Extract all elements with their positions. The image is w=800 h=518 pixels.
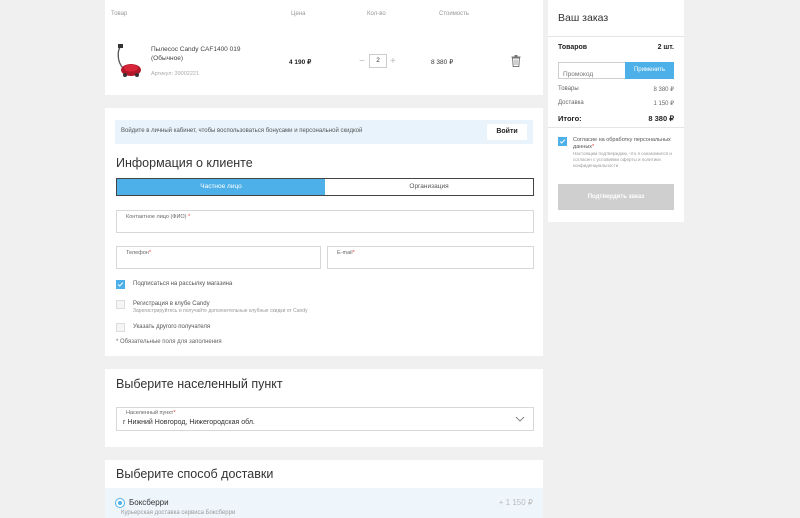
city-title: Выберите населенный пункт (116, 377, 283, 391)
club-row[interactable]: Регистрация в клубе Candy Зарегистрируйт… (116, 300, 308, 315)
column-header-price: Цена (291, 11, 306, 17)
consent-row[interactable]: Согласие на обработку персональных данны… (558, 137, 678, 169)
delivery-option-name: Боксберри (129, 498, 169, 507)
order-summary-panel: Ваш заказ Товаров 2 шт. Применить Товары… (548, 0, 684, 222)
total-value: 8 380 ₽ (648, 114, 674, 123)
quantity-input[interactable]: 2 (369, 54, 387, 68)
delivery-title: Выберите способ доставки (116, 467, 274, 481)
delivery-option-boxberry[interactable]: Боксберри + 1 150 ₽ Курьерская доставка … (105, 488, 543, 518)
subscribe-checkbox[interactable] (116, 280, 125, 289)
other-recipient-checkbox[interactable] (116, 323, 125, 332)
items-label: Товаров (558, 44, 588, 51)
delivery-option-price: + 1 150 ₽ (498, 498, 533, 507)
promo-code-box: Применить (558, 62, 674, 82)
summary-divider (548, 36, 684, 37)
delivery-radio[interactable] (116, 499, 124, 507)
consent-sublabel: Настоящим подтверждаю, что я ознакомился… (573, 151, 672, 168)
delivery-panel: Выберите способ доставки Боксберри + 1 1… (105, 460, 543, 518)
items-count: 2 шт. (657, 44, 674, 51)
product-total: 8 380 ₽ (431, 59, 454, 66)
city-panel: Выберите населенный пункт Населенный пун… (105, 369, 543, 447)
summary-divider-2 (548, 127, 684, 128)
delivery-cost-label: Доставка (558, 100, 584, 106)
city-label: Населенный пункт (126, 410, 174, 416)
client-info-panel: Войдите в личный кабинет, чтобы воспольз… (105, 108, 543, 356)
column-header-total: Стоимость (439, 11, 470, 17)
delivery-option-sub: Курьерская доставка сервиса Боксберри (121, 510, 236, 516)
subscribe-row[interactable]: Подписаться на рассылку магазина (116, 280, 232, 289)
product-price: 4 190 ₽ (289, 59, 312, 66)
tab-private-person[interactable]: Частное лицо (117, 179, 325, 195)
decrease-qty-button[interactable]: − (359, 56, 365, 67)
increase-qty-button[interactable]: + (390, 56, 396, 67)
apply-promo-button[interactable]: Применить (625, 62, 674, 79)
product-sku: Артикул: 39002221 (151, 71, 200, 77)
goods-label: Товары (558, 86, 579, 92)
summary-title: Ваш заказ (558, 12, 609, 24)
login-button[interactable]: Войти (487, 124, 527, 140)
product-name[interactable]: Пылесос Candy CAF1400 019 (Обычное) (151, 45, 251, 63)
delivery-cost-value: 1 150 ₽ (653, 101, 675, 107)
other-recipient-row[interactable]: Указать другого получателя (116, 323, 210, 332)
goods-row: Товары 8 380 ₽ (558, 86, 674, 93)
check-icon (117, 282, 124, 287)
items-count-row: Товаров 2 шт. (558, 44, 674, 51)
confirm-order-button[interactable]: Подтвердить заказ (558, 184, 674, 210)
chevron-down-icon (515, 416, 525, 422)
phone-field[interactable]: Телефон* (116, 246, 321, 269)
email-field[interactable]: E-mail* (327, 246, 534, 269)
trash-icon[interactable] (511, 55, 521, 67)
customer-type-tabs: Частное лицо Организация (116, 178, 534, 196)
delivery-cost-row: Доставка 1 150 ₽ (558, 100, 674, 107)
city-value: г Нижний Новгород, Нижегородская обл. (123, 419, 255, 426)
total-label: Итого: (558, 114, 582, 123)
column-header-product: Товар (111, 11, 128, 17)
contact-name-field[interactable]: Контактное лицо (ФИО) * (116, 210, 534, 233)
email-label: E-mail (337, 250, 353, 256)
login-banner: Войдите в личный кабинет, чтобы воспольз… (115, 120, 533, 144)
city-select[interactable]: Населенный пункт* г Нижний Новгород, Ниж… (116, 407, 534, 431)
club-label: Регистрация в клубе Candy (133, 301, 210, 307)
contact-name-label: Контактное лицо (ФИО) (126, 214, 187, 220)
tab-organization[interactable]: Организация (325, 179, 533, 195)
client-info-title: Информация о клиенте (116, 156, 253, 170)
promo-code-input[interactable] (559, 67, 625, 82)
required-note: * Обязательные поля для заполнения (116, 339, 222, 345)
club-checkbox[interactable] (116, 300, 125, 309)
login-prompt: Войдите в личный кабинет, чтобы воспольз… (121, 128, 363, 134)
subscribe-label: Подписаться на рассылку магазина (133, 281, 233, 287)
club-sublabel: Зарегистрируйтесь и получайте дополнител… (133, 308, 308, 314)
consent-checkbox[interactable] (558, 137, 567, 146)
phone-label: Телефон (126, 250, 149, 256)
consent-label: Согласие на обработку персональных данны… (573, 137, 671, 150)
total-row: Итого: 8 380 ₽ (558, 114, 674, 123)
other-recipient-label: Указать другого получателя (133, 324, 211, 330)
goods-value: 8 380 ₽ (653, 87, 675, 93)
vacuum-cleaner-image[interactable] (115, 42, 145, 80)
check-icon (559, 139, 566, 144)
cart-panel: Товар Цена Кол-во Стоимость Пылесос Cand… (105, 0, 543, 95)
column-header-qty: Кол-во (367, 11, 386, 17)
